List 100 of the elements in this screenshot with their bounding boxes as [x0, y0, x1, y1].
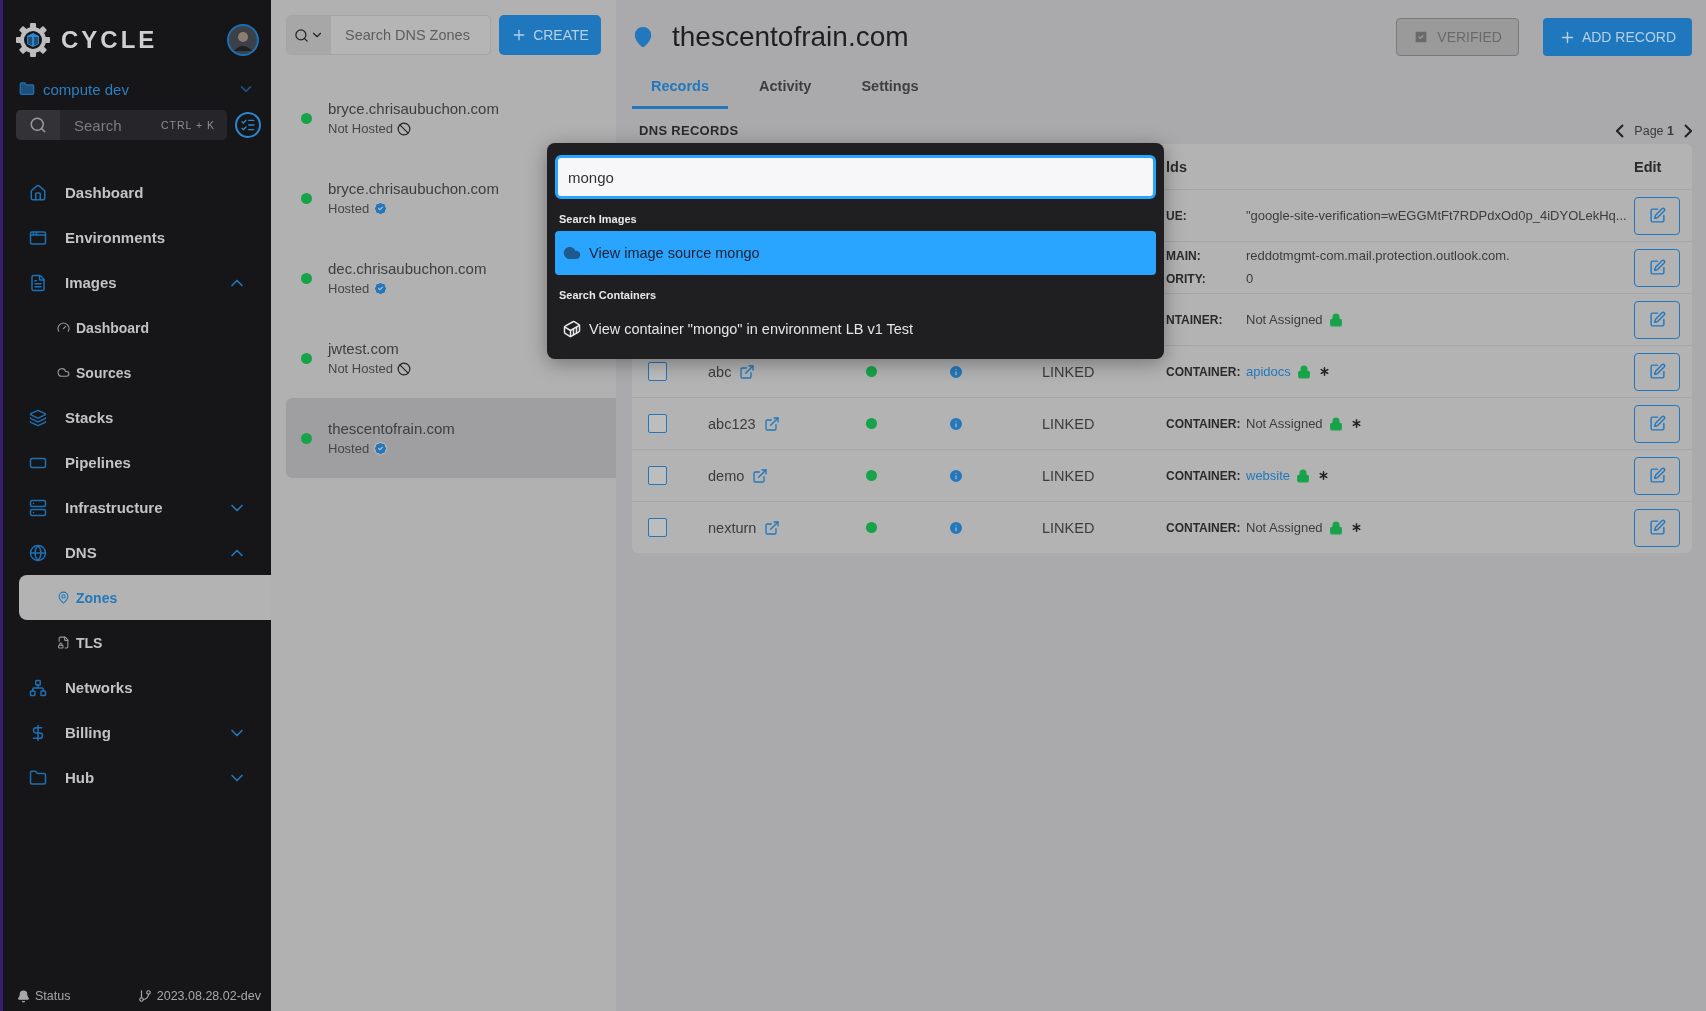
- layers-icon: [29, 408, 47, 427]
- checkbox[interactable]: [648, 466, 667, 485]
- nav-item[interactable]: Hub: [19, 755, 271, 800]
- zone-status: Not Hosted: [328, 361, 394, 376]
- folder-icon: [29, 768, 47, 787]
- status-dot: [301, 272, 312, 284]
- status-dot: [301, 432, 312, 444]
- field-value: Not Assigned: [1246, 311, 1323, 328]
- nav-item[interactable]: TLS: [19, 620, 271, 665]
- checkbox-icon: [1413, 29, 1430, 45]
- zone-item[interactable]: thescentofrain.com Hosted: [286, 398, 616, 478]
- home-icon: [29, 183, 47, 202]
- nav-item[interactable]: Environments: [19, 215, 271, 260]
- zone-item[interactable]: jwtest.com Not Hosted: [286, 318, 536, 398]
- page-indicator: Page 1: [1634, 123, 1674, 138]
- edit-icon: [1648, 207, 1666, 224]
- nav-item[interactable]: Dashboard: [19, 170, 271, 215]
- zone-item[interactable]: bryce.chrisaubuchon.com Hosted: [286, 158, 536, 238]
- result-item[interactable]: View image source mongo: [555, 231, 1156, 275]
- external-link-icon: [752, 467, 769, 484]
- field-label: CONTAINER:: [1166, 363, 1242, 380]
- edit-button[interactable]: [1634, 300, 1680, 339]
- bell-icon: [17, 989, 30, 1003]
- nav-item[interactable]: Dashboard: [19, 305, 271, 350]
- nav-item[interactable]: Infrastructure: [19, 485, 271, 530]
- create-button[interactable]: CREATE: [499, 15, 601, 55]
- external-link-icon: [764, 519, 781, 536]
- nav-item[interactable]: Sources: [19, 350, 271, 395]
- cloud-icon: [57, 366, 70, 379]
- nav-item[interactable]: Billing: [19, 710, 271, 755]
- search-field[interactable]: Search CTRL + K: [16, 110, 227, 140]
- field-value: "google-site-verification=wEGGMtFt7RDPdxOd0p_4iDYOLekHq...: [1246, 207, 1627, 224]
- zone-status: Hosted: [328, 281, 370, 296]
- zone-title: thescentofrain.com: [672, 21, 910, 53]
- info-icon[interactable]: [948, 415, 964, 432]
- edit-icon: [1648, 519, 1666, 536]
- checkbox[interactable]: [648, 362, 667, 381]
- zone-item[interactable]: bryce.chrisaubuchon.com Not Hosted: [286, 78, 536, 158]
- record-name[interactable]: abc: [708, 363, 862, 380]
- window-icon: [29, 228, 47, 247]
- info-icon[interactable]: [948, 363, 964, 380]
- edit-icon: [1648, 311, 1666, 328]
- nav-item[interactable]: Stacks: [19, 395, 271, 440]
- section-heading: Search Containers: [559, 289, 658, 301]
- search-input[interactable]: mongo: [555, 155, 1156, 199]
- zone-name: dec.chrisaubuchon.com: [328, 260, 487, 277]
- edit-button[interactable]: [1634, 352, 1680, 391]
- nav-item[interactable]: Pipelines: [19, 440, 271, 485]
- nav-item[interactable]: DNS: [19, 530, 271, 575]
- network-icon: [29, 678, 47, 697]
- avatar: [227, 24, 259, 56]
- zone-name: jwtest.com: [328, 340, 400, 357]
- edit-icon: [1648, 259, 1666, 276]
- zone-name: bryce.chrisaubuchon.com: [328, 100, 499, 117]
- checklist-icon[interactable]: [235, 112, 261, 138]
- info-icon[interactable]: [948, 519, 964, 536]
- record-type: LINKED: [1042, 467, 1096, 484]
- brand-name: CYCLE: [61, 26, 159, 54]
- server-icon: [29, 498, 47, 517]
- field-value: 0: [1246, 271, 1254, 287]
- field-label: MAIN:: [1166, 248, 1202, 264]
- record-name[interactable]: demo: [708, 467, 862, 484]
- search-icon: [29, 116, 47, 134]
- record-type: LINKED: [1042, 363, 1096, 380]
- record-name[interactable]: nexturn: [708, 519, 862, 536]
- zone-status: Not Hosted: [328, 121, 394, 136]
- workspace-name[interactable]: compute dev: [43, 80, 229, 98]
- add-record-button[interactable]: ADD RECORD: [1542, 18, 1692, 56]
- tab[interactable]: Settings: [842, 68, 938, 109]
- search-filter-button[interactable]: [287, 16, 331, 54]
- version-label: 2023.08.28.02-dev: [156, 989, 261, 1003]
- zone-item[interactable]: dec.chrisaubuchon.com Hosted: [286, 238, 536, 318]
- nav-item[interactable]: Images: [19, 260, 271, 305]
- edit-button[interactable]: [1634, 404, 1680, 443]
- status-dot: [866, 522, 877, 533]
- result-item[interactable]: View container "mongo" in environment LB v1 Test: [555, 307, 1156, 351]
- checkbox[interactable]: [648, 518, 667, 537]
- tab[interactable]: Activity: [740, 68, 831, 109]
- next-page-button[interactable]: [1684, 123, 1692, 138]
- edit-button[interactable]: [1634, 196, 1680, 235]
- edit-button[interactable]: [1634, 456, 1680, 495]
- record-type: LINKED: [1042, 519, 1096, 536]
- field-label: CONTAINER:: [1166, 467, 1242, 484]
- record-name[interactable]: abc123: [708, 415, 862, 432]
- record-type: LINKED: [1042, 415, 1096, 432]
- edit-button[interactable]: [1634, 248, 1680, 287]
- section-title: DNS RECORDS: [639, 123, 740, 138]
- status-dot: [866, 470, 877, 481]
- checkbox[interactable]: [648, 414, 667, 433]
- zone-status: Hosted: [328, 201, 370, 216]
- search-field[interactable]: Search DNS Zones: [286, 15, 491, 55]
- info-icon[interactable]: [948, 467, 964, 484]
- nav-item[interactable]: Networks: [19, 665, 271, 710]
- previous-page-button[interactable]: [1616, 123, 1625, 138]
- edit-icon: [1648, 467, 1666, 484]
- edit-button[interactable]: [1634, 508, 1680, 547]
- status-link[interactable]: Status: [35, 989, 71, 1003]
- container-icon: [563, 320, 581, 338]
- field-value: Not Assigned: [1246, 415, 1323, 432]
- field-value: Not Assigned: [1246, 519, 1323, 536]
